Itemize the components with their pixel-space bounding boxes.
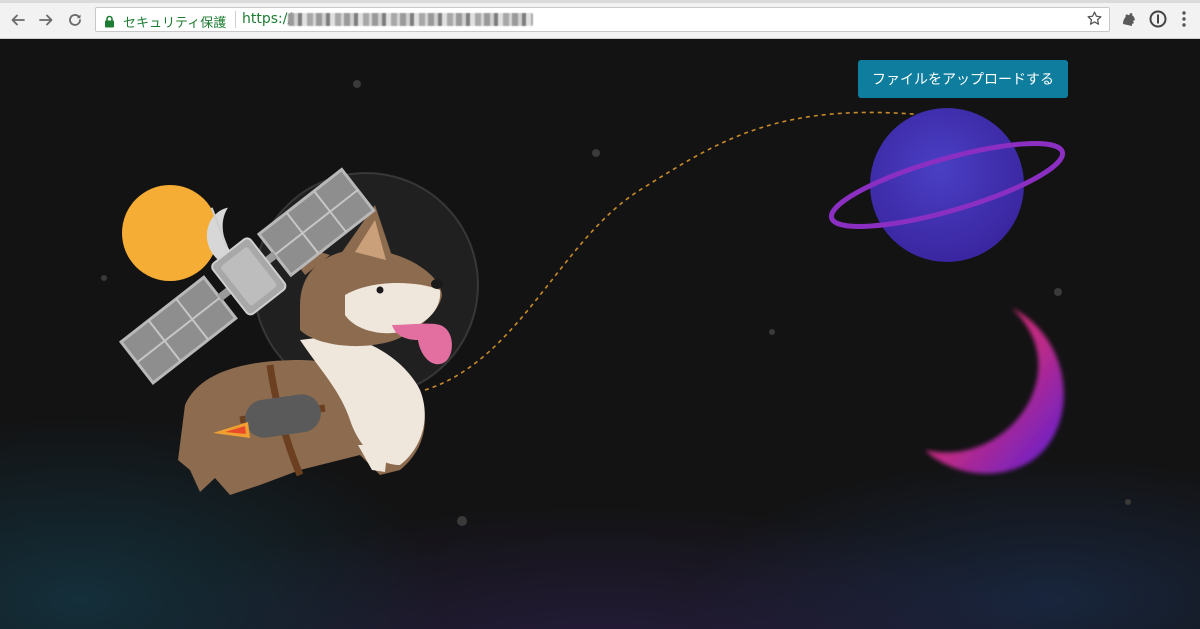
redacted-url [288,13,533,26]
back-arrow-icon[interactable] [7,9,29,31]
reload-icon[interactable] [64,9,86,31]
tab-strip-edge [0,0,1200,3]
lock-icon [104,13,115,32]
crescent-moon [925,308,1064,474]
star-dot [1054,288,1062,296]
browser-toolbar: セキュリティ保護 https:// [0,0,1200,39]
security-indicator-label: セキュリティ保護 [123,16,227,31]
illustration-canvas [101,80,1131,526]
space-hero-illustration: ファイルをアップロードする [0,40,1200,629]
extension-icon[interactable] [1119,9,1139,33]
star-dot [353,80,361,88]
purple-planet [828,108,1066,262]
forward-arrow-icon[interactable] [35,9,57,31]
kebab-menu-icon[interactable] [1177,9,1191,33]
star-dot [592,149,600,157]
star-dot [101,275,107,281]
address-bar-divider [235,11,236,28]
orange-sun [122,185,218,281]
address-bar[interactable]: セキュリティ保護 https:// [95,7,1110,32]
upload-file-button[interactable]: ファイルをアップロードする [858,60,1068,98]
info-circle-icon[interactable] [1148,9,1168,33]
star-dot [1125,499,1131,505]
star-icon[interactable] [1086,10,1103,31]
star-dot [457,516,467,526]
url-scheme: https:// [242,11,293,27]
dotted-trail [424,111,936,391]
star-dot [769,329,775,335]
